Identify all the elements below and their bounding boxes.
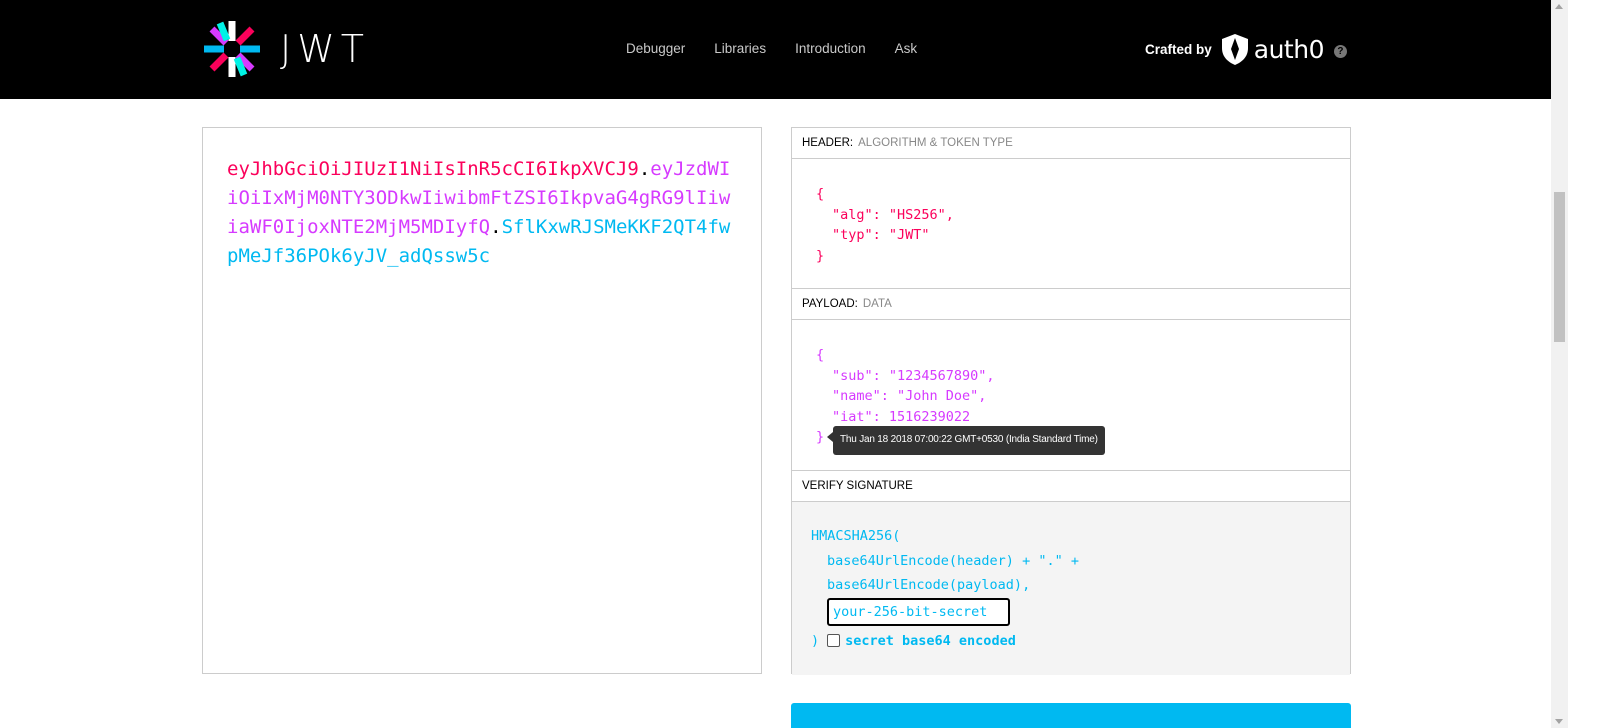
nav-link-debugger[interactable]: Debugger bbox=[626, 41, 685, 56]
json-open-brace: { bbox=[816, 186, 825, 202]
auth0-shield-icon bbox=[1221, 34, 1248, 65]
json-line: "iat": 1516239022 bbox=[832, 408, 971, 425]
base64-option-row: ) secret base64 encoded bbox=[811, 629, 1350, 654]
top-navigation-bar: JWT Debugger Libraries Introduction Ask … bbox=[0, 0, 1551, 99]
header-subtitle: ALGORITHM & TOKEN TYPE bbox=[858, 137, 1013, 149]
jwt-logo[interactable]: JWT bbox=[202, 18, 382, 80]
auth0-wordmark: auth0 bbox=[1253, 35, 1325, 64]
json-line: "typ": "JWT" bbox=[832, 227, 930, 243]
header-section-title: HEADER: ALGORITHM & TOKEN TYPE bbox=[792, 128, 1350, 159]
signature-status-bar bbox=[791, 703, 1351, 728]
nav-link-libraries[interactable]: Libraries bbox=[714, 41, 766, 56]
main-nav: Debugger Libraries Introduction Ask bbox=[626, 41, 946, 56]
json-open-brace: { bbox=[816, 347, 825, 363]
scrollbar-thumb[interactable] bbox=[1554, 192, 1565, 342]
hmac-function: HMACSHA256( bbox=[811, 528, 901, 544]
scroll-down-arrow-icon[interactable] bbox=[1555, 719, 1563, 724]
crafted-by-label: Crafted by bbox=[1145, 42, 1212, 57]
logo-text: JWT bbox=[280, 27, 370, 71]
crafted-by-auth0[interactable]: Crafted by auth0 ? bbox=[1145, 34, 1347, 65]
base64-checkbox[interactable] bbox=[827, 634, 841, 648]
payload-json-editor[interactable]: { "sub": "1234567890", "name": "John Doe… bbox=[792, 320, 1350, 471]
payload-section-title: PAYLOAD: DATA bbox=[792, 289, 1350, 320]
json-line: "name": "John Doe", bbox=[832, 388, 987, 404]
header-json-editor[interactable]: { "alg": "HS256", "typ": "JWT" } bbox=[792, 159, 1350, 289]
nav-link-introduction[interactable]: Introduction bbox=[795, 41, 866, 56]
json-line: "sub": "1234567890", bbox=[832, 367, 995, 384]
token-header-part: eyJhbGciOiJIUzI1NiIsInR5cCI6IkpXVCJ9 bbox=[227, 158, 639, 180]
verify-title: VERIFY SIGNATURE bbox=[802, 480, 913, 492]
scroll-up-arrow-icon[interactable] bbox=[1555, 4, 1563, 9]
secret-input[interactable]: your-256-bit-secret bbox=[827, 597, 1010, 626]
verify-section-title: VERIFY SIGNATURE bbox=[792, 471, 1350, 502]
hmac-arg-payload: base64UrlEncode(payload), bbox=[827, 577, 1031, 593]
token-dot: . bbox=[638, 158, 651, 180]
payload-subtitle: DATA bbox=[862, 298, 892, 310]
json-close-brace: } bbox=[816, 247, 825, 264]
token-dot: . bbox=[490, 216, 502, 238]
header-title: HEADER: bbox=[802, 137, 854, 149]
hmac-close-paren: ) bbox=[811, 632, 820, 649]
base64-checkbox-label[interactable]: secret base64 encoded bbox=[845, 629, 1016, 654]
json-line: "alg": "HS256", bbox=[832, 206, 954, 223]
jwt-logo-icon bbox=[204, 21, 260, 77]
verify-signature-body: HMACSHA256( base64UrlEncode(header) + ".… bbox=[792, 502, 1350, 675]
nav-link-ask[interactable]: Ask bbox=[895, 41, 918, 56]
iat-date-tooltip: Thu Jan 18 2018 07:00:22 GMT+0530 (India… bbox=[827, 426, 1105, 455]
help-icon[interactable]: ? bbox=[1333, 45, 1347, 58]
payload-title: PAYLOAD: bbox=[802, 298, 858, 310]
encoded-token-editor[interactable]: eyJhbGciOiJIUzI1NiIsInR5cCI6IkpXVCJ9.eyJ… bbox=[202, 127, 762, 674]
page-scrollbar[interactable] bbox=[1551, 0, 1568, 728]
decoded-panel: HEADER: ALGORITHM & TOKEN TYPE { "alg": … bbox=[791, 127, 1351, 675]
hmac-arg-header: base64UrlEncode(header) + "." + bbox=[827, 552, 1079, 569]
